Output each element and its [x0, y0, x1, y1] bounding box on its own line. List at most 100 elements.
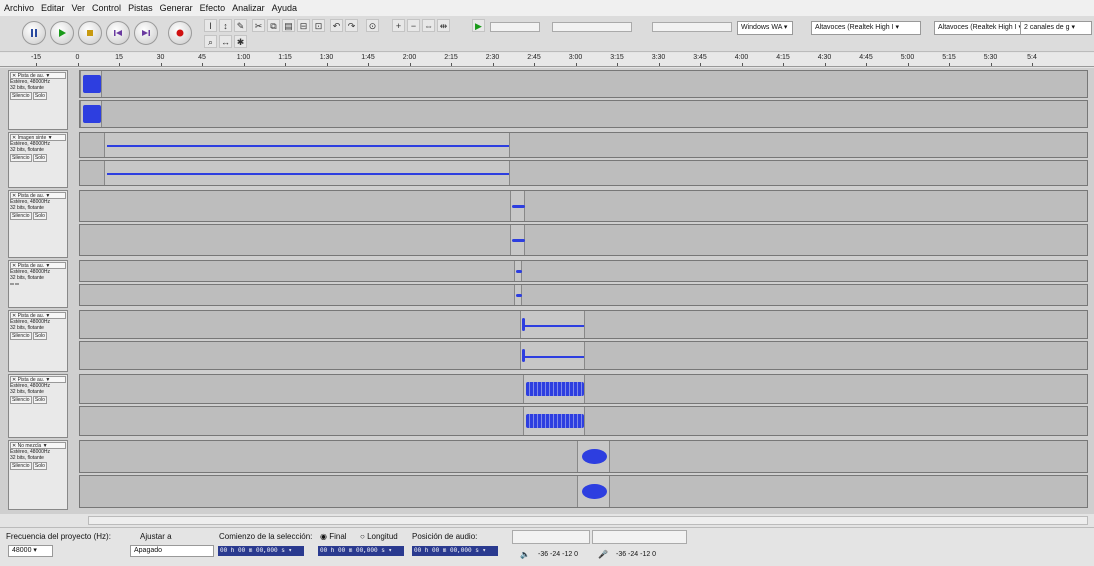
- sync-lock-icon[interactable]: ⊙: [366, 19, 379, 32]
- output-device-select[interactable]: Altavoces (Realtek High I ▾: [811, 21, 921, 35]
- copy-icon[interactable]: ⧉: [267, 19, 280, 32]
- left-channel-lane[interactable]: [79, 70, 1088, 98]
- audio-clip[interactable]: [520, 311, 585, 338]
- menu-ayuda[interactable]: Ayuda: [272, 3, 297, 13]
- track-name-menu[interactable]: ✕ Imagen sinte ▼: [10, 134, 66, 141]
- audio-clip[interactable]: [80, 71, 102, 97]
- mute-button[interactable]: Silencio: [10, 332, 32, 340]
- snap-select[interactable]: Apagado: [130, 545, 214, 557]
- track-control-panel[interactable]: ✕ Pista de au. ▼ Estéreo, 48000Hz 32 bits,…: [8, 374, 68, 438]
- cut-icon[interactable]: ✂: [252, 19, 265, 32]
- mute-button[interactable]: Silencio: [10, 154, 32, 162]
- menu-generar[interactable]: Generar: [160, 3, 193, 13]
- track-control-panel[interactable]: ✕ Imagen sinte ▼ Estéreo, 48000Hz 32 bits,…: [8, 132, 68, 188]
- paste-icon[interactable]: ▤: [282, 19, 295, 32]
- track-name-menu[interactable]: ✕ Pista de au. ▼: [10, 192, 66, 199]
- horizontal-scrollbar[interactable]: [88, 516, 1088, 525]
- trim-icon[interactable]: ⊟: [297, 19, 310, 32]
- zoom-out-icon[interactable]: −: [407, 19, 420, 32]
- channels-select[interactable]: 2 canales de g ▾: [1020, 21, 1092, 35]
- solo-button[interactable]: Solo: [32, 154, 47, 162]
- end-radio[interactable]: ◉ Final: [320, 532, 347, 541]
- right-channel-lane[interactable]: [79, 406, 1088, 436]
- length-radio[interactable]: ○ Longitud: [360, 532, 398, 541]
- menu-analizar[interactable]: Analizar: [232, 3, 265, 13]
- solo-button[interactable]: [15, 283, 20, 285]
- right-channel-lane[interactable]: [79, 100, 1088, 128]
- mute-button[interactable]: Silencio: [10, 212, 32, 220]
- audio-clip[interactable]: [510, 191, 525, 221]
- skip-end-button[interactable]: [134, 21, 158, 45]
- solo-button[interactable]: Solo: [32, 396, 47, 404]
- play-at-speed-icon[interactable]: ▶: [472, 19, 485, 32]
- redo-icon[interactable]: ↷: [345, 19, 358, 32]
- zoom-tool-icon[interactable]: ⌕: [204, 35, 217, 48]
- right-channel-lane[interactable]: [79, 224, 1088, 256]
- host-select[interactable]: Windows WA ▾: [737, 21, 793, 35]
- audio-clip[interactable]: [523, 407, 585, 435]
- audio-position-time[interactable]: 00 h 00 m 00,000 s ▾: [412, 546, 498, 556]
- mute-button[interactable]: Silencio: [10, 396, 32, 404]
- silence-icon[interactable]: ⊡: [312, 19, 325, 32]
- speaker-icon[interactable]: 🔈: [520, 550, 530, 559]
- audio-clip[interactable]: [577, 441, 610, 472]
- solo-button[interactable]: Solo: [32, 92, 47, 100]
- timeline-ruler[interactable]: -15 0 15 30 45 1:00 1:15 1:30 1:45 2:00 2:15 2:30 2:…: [0, 53, 1094, 67]
- play-button[interactable]: [50, 21, 74, 45]
- left-channel-lane[interactable]: [79, 440, 1088, 473]
- track-name-menu[interactable]: ✕ Pista de au. ▼: [10, 376, 66, 383]
- track-control-panel[interactable]: ✕ Pista de au. ▼ Estéreo, 48000Hz 32 bits,…: [8, 70, 68, 130]
- mute-button[interactable]: [10, 283, 14, 285]
- menu-control[interactable]: Control: [92, 3, 121, 13]
- selection-start-time[interactable]: 00 h 00 m 00,000 s ▾: [218, 546, 304, 556]
- play-speed-slider[interactable]: [490, 22, 540, 32]
- timeshift-tool-icon[interactable]: ↔: [219, 35, 232, 48]
- selection-end-time[interactable]: 00 h 00 m 00,000 s ▾: [318, 546, 404, 556]
- track-control-panel[interactable]: ✕ Pista de au. ▼ Estéreo, 48000Hz 32 bits,…: [8, 260, 68, 308]
- track-name-menu[interactable]: ✕ Pista de au. ▼: [10, 262, 66, 269]
- audio-clip[interactable]: [577, 476, 610, 507]
- fit-project-icon[interactable]: ⇹: [437, 19, 450, 32]
- skip-start-button[interactable]: [106, 21, 130, 45]
- right-channel-lane[interactable]: [79, 475, 1088, 508]
- solo-button[interactable]: Solo: [32, 462, 47, 470]
- mute-button[interactable]: Silencio: [10, 92, 32, 100]
- menu-archivo[interactable]: Archivo: [4, 3, 34, 13]
- track-name-menu[interactable]: ✕ Pista de au. ▼: [10, 72, 66, 79]
- zoom-in-icon[interactable]: +: [392, 19, 405, 32]
- left-channel-lane[interactable]: [79, 374, 1088, 404]
- menu-efecto[interactable]: Efecto: [200, 3, 226, 13]
- stop-button[interactable]: [78, 21, 102, 45]
- audio-clip[interactable]: [514, 261, 522, 281]
- audio-clip[interactable]: [520, 342, 585, 369]
- menu-ver[interactable]: Ver: [72, 3, 86, 13]
- solo-button[interactable]: Solo: [32, 332, 47, 340]
- track-control-panel[interactable]: ✕ Pista de au. ▼ Estéreo, 48000Hz 32 bits,…: [8, 310, 68, 372]
- left-channel-lane[interactable]: [79, 190, 1088, 222]
- project-rate-select[interactable]: 48000 ▾: [8, 545, 53, 557]
- track-name-menu[interactable]: ✕ Pista de au. ▼: [10, 312, 66, 319]
- solo-button[interactable]: Solo: [32, 212, 47, 220]
- audio-clip[interactable]: [104, 133, 510, 157]
- right-channel-lane[interactable]: [79, 284, 1088, 306]
- pause-button[interactable]: [22, 21, 46, 45]
- track-control-panel[interactable]: ✕ Pista de au. ▼ Estéreo, 48000Hz 32 bits,…: [8, 190, 68, 258]
- left-channel-lane[interactable]: [79, 132, 1088, 158]
- envelope-tool-icon[interactable]: ↕: [219, 19, 232, 32]
- track-control-panel[interactable]: ✕ No mezcla ▼ Estéreo, 48000Hz 32 bits, fl…: [8, 440, 68, 510]
- selection-tool-icon[interactable]: I: [204, 19, 217, 32]
- menu-editar[interactable]: Editar: [41, 3, 65, 13]
- right-channel-lane[interactable]: [79, 160, 1088, 186]
- track-name-menu[interactable]: ✕ No mezcla ▼: [10, 442, 66, 449]
- audio-clip[interactable]: [104, 161, 510, 185]
- draw-tool-icon[interactable]: ✎: [234, 19, 247, 32]
- mute-button[interactable]: Silencio: [10, 462, 32, 470]
- left-channel-lane[interactable]: [79, 260, 1088, 282]
- fit-selection-icon[interactable]: ⇔: [422, 19, 435, 32]
- multi-tool-icon[interactable]: ✱: [234, 35, 247, 48]
- undo-icon[interactable]: ↶: [330, 19, 343, 32]
- audio-clip[interactable]: [510, 225, 525, 255]
- right-channel-lane[interactable]: [79, 341, 1088, 370]
- audio-clip[interactable]: [80, 101, 102, 127]
- mic-icon[interactable]: 🎤: [598, 550, 608, 559]
